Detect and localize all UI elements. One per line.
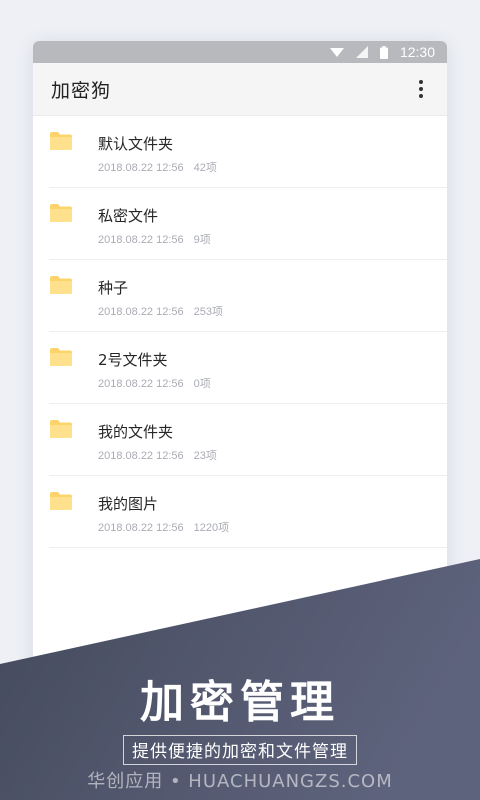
folder-date: 2018.08.22 12:56 <box>98 378 184 390</box>
folder-count: 42项 <box>193 162 217 174</box>
screenshot-page: 12:30 加密狗 默认文件夹 2018.08.22 12:56 42项 私密文件… <box>0 0 480 800</box>
folder-count: 0项 <box>193 378 211 390</box>
folder-row[interactable]: 默认文件夹 2018.08.22 12:56 42项 <box>49 116 447 188</box>
more-vert-icon[interactable] <box>409 74 433 104</box>
folder-date: 2018.08.22 12:56 <box>98 522 184 534</box>
folder-row[interactable]: 我的图片 2018.08.22 12:56 1220项 <box>49 476 447 548</box>
app-title: 加密狗 <box>51 79 112 102</box>
folder-meta: 2018.08.22 12:56 23项 <box>98 447 217 463</box>
folder-icon <box>50 132 72 150</box>
folder-count: 1220项 <box>193 522 230 534</box>
watermark: 华创应用 • HUACHUANGZS.COM <box>87 771 393 792</box>
folder-count: 23项 <box>193 450 217 462</box>
promo-subline: 提供便捷的加密和文件管理 <box>123 735 357 765</box>
folder-name: 种子 <box>98 279 129 297</box>
folder-row[interactable]: 私密文件 2018.08.22 12:56 9项 <box>49 188 447 260</box>
folder-row[interactable]: 我的文件夹 2018.08.22 12:56 23项 <box>49 404 447 476</box>
folder-date: 2018.08.22 12:56 <box>98 306 184 318</box>
folder-name: 我的图片 <box>98 495 159 513</box>
signal-icon <box>355 46 368 58</box>
folder-meta: 2018.08.22 12:56 42项 <box>98 159 217 175</box>
folder-meta: 2018.08.22 12:56 253项 <box>98 303 223 319</box>
folder-date: 2018.08.22 12:56 <box>98 162 184 174</box>
folder-name: 我的文件夹 <box>98 423 174 441</box>
folder-name: 私密文件 <box>98 207 159 225</box>
folder-icon <box>50 204 72 222</box>
folder-icon <box>50 492 72 510</box>
folder-row[interactable]: 2号文件夹 2018.08.22 12:56 0项 <box>49 332 447 404</box>
folder-icon <box>50 420 72 438</box>
folder-date: 2018.08.22 12:56 <box>98 450 184 462</box>
app-bar: 加密狗 <box>33 63 447 116</box>
folder-name: 默认文件夹 <box>98 135 174 153</box>
folder-meta: 2018.08.22 12:56 0项 <box>98 375 211 391</box>
folder-list: 默认文件夹 2018.08.22 12:56 42项 私密文件 2018.08.2… <box>33 116 447 548</box>
folder-count: 253项 <box>193 306 223 318</box>
status-time: 12:30 <box>399 44 435 60</box>
promo-subline-wrap: 提供便捷的加密和文件管理 <box>0 735 480 765</box>
status-bar: 12:30 <box>33 41 447 63</box>
folder-date: 2018.08.22 12:56 <box>98 234 184 246</box>
battery-icon <box>379 45 388 59</box>
wifi-icon <box>329 47 344 58</box>
folder-name: 2号文件夹 <box>98 351 168 369</box>
folder-icon <box>50 276 72 294</box>
folder-meta: 2018.08.22 12:56 9项 <box>98 231 211 247</box>
promo-headline: 加密管理 <box>140 677 340 728</box>
folder-icon <box>50 348 72 366</box>
folder-count: 9项 <box>193 234 211 246</box>
folder-row[interactable]: 种子 2018.08.22 12:56 253项 <box>49 260 447 332</box>
folder-meta: 2018.08.22 12:56 1220项 <box>98 519 229 535</box>
